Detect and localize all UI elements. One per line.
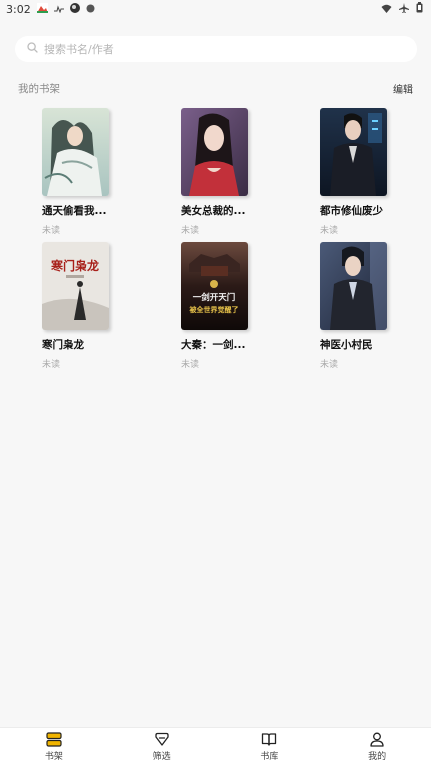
book-title: 都市修仙废少 — [320, 205, 383, 217]
book-cover — [320, 108, 387, 196]
book-title: 通天偷看我... — [42, 205, 107, 217]
user-icon — [369, 732, 385, 747]
shelf-header: 我的书架 编辑 — [18, 80, 413, 96]
nav-item-bookshelf[interactable]: 书架 — [0, 728, 108, 766]
book-title: 大秦：一剑... — [181, 339, 246, 351]
nav-label: 我的 — [368, 752, 387, 762]
nav-item-library[interactable]: 书库 — [216, 728, 324, 766]
bookshelf-icon — [46, 732, 62, 747]
book-item[interactable]: 美女总裁的... 未读 — [181, 108, 271, 236]
search-placeholder: 搜索书名/作者 — [44, 43, 114, 56]
book-cover — [42, 108, 109, 196]
book-cover: 一剑开天门 被全世界觉醒了 — [181, 242, 248, 330]
book-cover — [181, 108, 248, 196]
book-status: 未读 — [181, 360, 200, 370]
filter-icon — [154, 732, 170, 747]
nav-item-profile[interactable]: 我的 — [323, 728, 431, 766]
nav-label: 书架 — [44, 752, 63, 762]
book-status: 未读 — [42, 360, 61, 370]
book-title: 寒门枭龙 — [42, 339, 84, 351]
book-title: 神医小村民 — [320, 339, 373, 351]
battery-icon — [416, 2, 423, 16]
book-item[interactable]: 神医小村民 未读 — [320, 242, 410, 370]
edit-button[interactable]: 编辑 — [393, 81, 413, 96]
nav-label: 筛选 — [152, 752, 171, 762]
app-icon — [69, 2, 80, 16]
status-right — [381, 2, 423, 16]
open-book-icon — [261, 732, 277, 747]
book-item[interactable]: 通天偷看我... 未读 — [42, 108, 132, 236]
book-cover — [320, 242, 387, 330]
activity-icon — [53, 3, 64, 16]
nav-label: 书库 — [260, 752, 279, 762]
dot-icon — [86, 3, 95, 16]
search-input[interactable]: 搜索书名/作者 — [15, 36, 417, 62]
book-status: 未读 — [320, 226, 339, 236]
status-bar: 3:02 — [0, 0, 431, 18]
book-title: 美女总裁的... — [181, 205, 246, 217]
cover-subtitle: 被全世界觉醒了 — [190, 305, 239, 314]
status-left: 3:02 — [6, 2, 95, 16]
book-status: 未读 — [181, 226, 200, 236]
cover-title: 一剑开天门 — [193, 292, 236, 303]
book-item[interactable]: 都市修仙废少 未读 — [320, 108, 410, 236]
search-icon — [27, 42, 44, 56]
photos-icon — [36, 2, 48, 16]
book-item[interactable]: 寒门枭龙 寒门枭龙 未读 — [42, 242, 132, 370]
shelf-title: 我的书架 — [18, 82, 60, 95]
book-status: 未读 — [42, 226, 61, 236]
book-cover: 寒门枭龙 — [42, 242, 109, 330]
book-item[interactable]: 一剑开天门 被全世界觉醒了 大秦：一剑... 未读 — [181, 242, 271, 370]
book-status: 未读 — [320, 360, 339, 370]
airplane-icon — [399, 2, 409, 16]
status-time: 3:02 — [6, 2, 31, 16]
cover-title: 寒门枭龙 — [50, 258, 99, 273]
bottom-nav: 书架 筛选 书库 我的 — [0, 727, 431, 766]
wifi-icon — [381, 3, 392, 16]
nav-item-filter[interactable]: 筛选 — [108, 728, 216, 766]
